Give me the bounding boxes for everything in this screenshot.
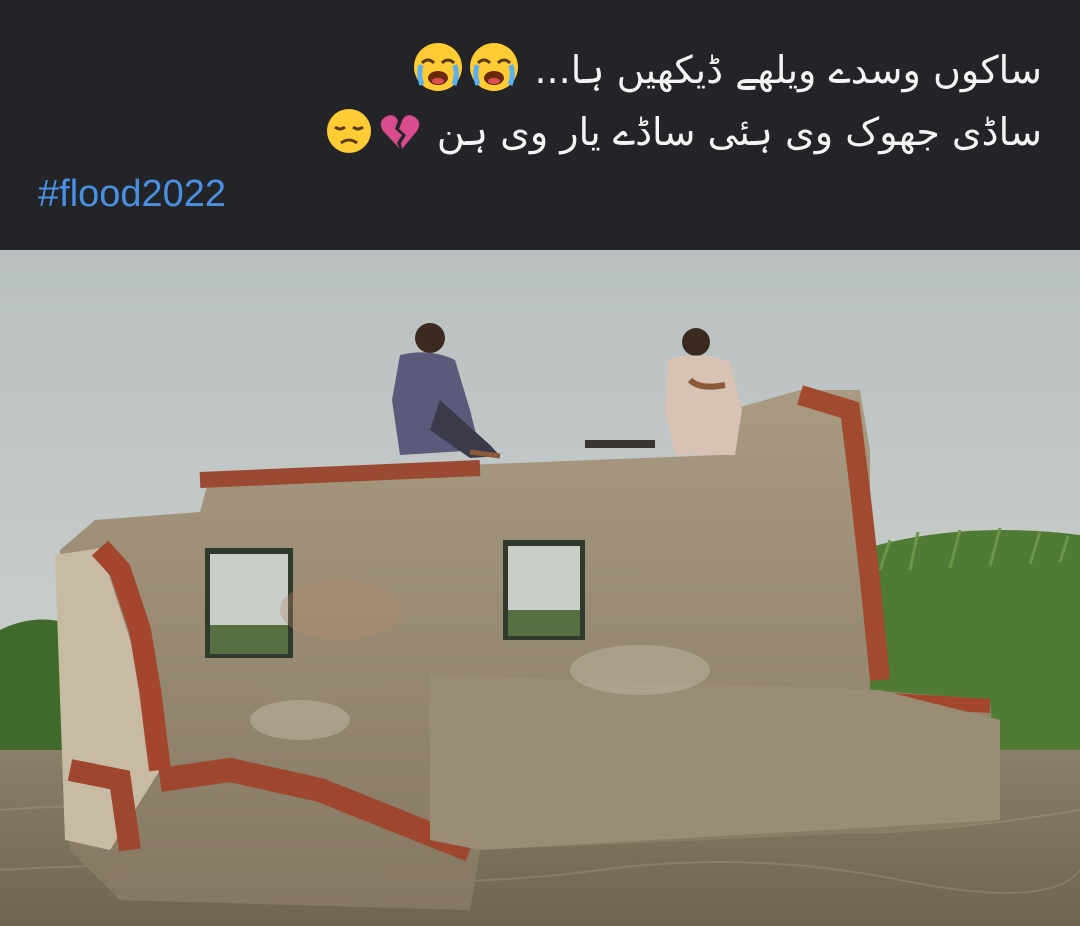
- disappointed-face-icon: [325, 107, 373, 172]
- caption-line-2: ساڈی جھوک وی ہئی ساڈے یار وی ہن: [323, 102, 1042, 172]
- caption-line-2-text: ساڈی جھوک وی ہئی ساڈے یار وی ہن: [436, 110, 1042, 154]
- loudly-crying-face-icon: [412, 41, 464, 110]
- hashtag-link[interactable]: #flood2022: [38, 164, 226, 224]
- post-caption: ساکوں وسدے ویلھے ڈیکھیں ہا... ساڈی جھوک …: [0, 0, 1080, 250]
- caption-line-1-text: ساکوں وسدے ویلھے ڈیکھیں ہا...: [534, 48, 1042, 92]
- broken-heart-icon: [377, 109, 423, 172]
- flood-photo-illustration: [0, 250, 1080, 926]
- caption-line-1: ساکوں وسدے ویلھے ڈیکھیں ہا...: [410, 40, 1042, 110]
- loudly-crying-face-icon: [468, 41, 520, 110]
- social-post: ساکوں وسدے ویلھے ڈیکھیں ہا... ساڈی جھوک …: [0, 0, 1080, 926]
- flood-photo: [0, 250, 1080, 926]
